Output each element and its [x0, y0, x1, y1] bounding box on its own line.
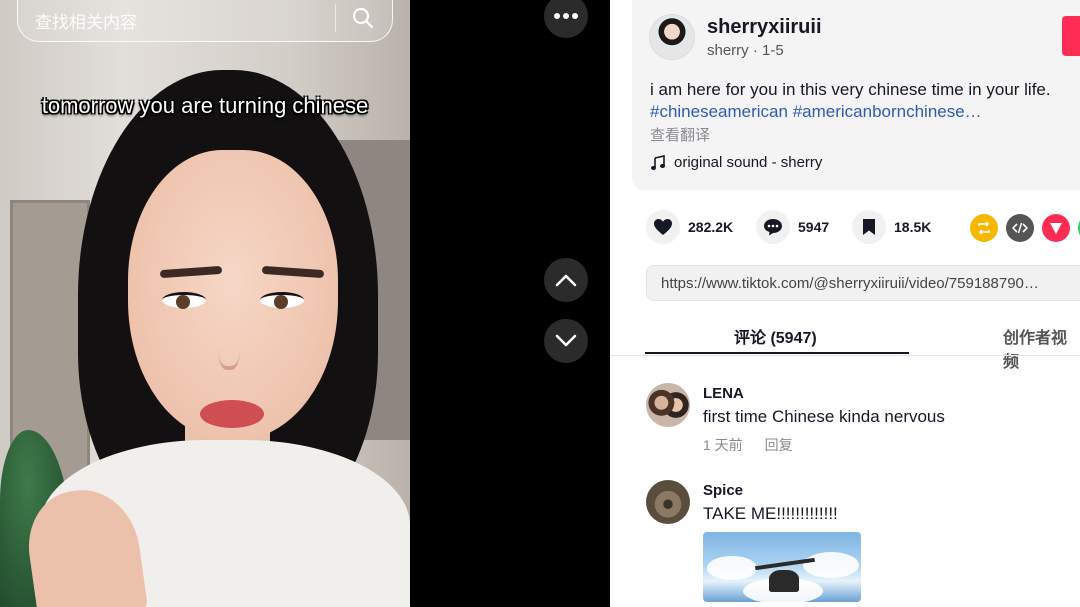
sound-link[interactable]: original sound - sherry: [650, 154, 822, 171]
video-person-face: [128, 150, 338, 440]
tabs-divider: [610, 355, 1080, 356]
comment-avatar[interactable]: [646, 383, 690, 427]
video-description: i am here for you in this very chinese t…: [650, 80, 1051, 99]
reply-button[interactable]: 回复: [765, 437, 793, 453]
translate-link[interactable]: 查看翻译: [650, 124, 710, 145]
chevron-up-icon: [555, 274, 577, 287]
like-count: 282.2K: [688, 219, 734, 235]
more-options-button[interactable]: [544, 0, 588, 38]
heart-icon[interactable]: [646, 210, 680, 244]
video-person-nose: [218, 320, 240, 370]
follow-button[interactable]: [1062, 16, 1080, 56]
like-button[interactable]: 282.2K: [646, 210, 733, 244]
embed-icon[interactable]: [1006, 214, 1034, 242]
author-username[interactable]: sherryxiiruii: [707, 16, 822, 39]
video-link-field[interactable]: https://www.tiktok.com/@sherryxiiruii/vi…: [646, 265, 1080, 301]
comment-text: first time Chinese kinda nervous: [703, 407, 945, 426]
send-icon[interactable]: [1042, 214, 1070, 242]
save-button[interactable]: 18.5K: [852, 210, 931, 244]
next-video-button[interactable]: [544, 319, 588, 363]
detail-panel: sherryxiiruii sherry · 1-5 i am here for…: [610, 0, 1080, 607]
music-note-icon: [651, 154, 665, 170]
search-divider: [335, 4, 336, 32]
tab-active-indicator: [645, 352, 909, 354]
comment-username[interactable]: Spice: [703, 482, 743, 499]
comment-item: Spice TAKE ME!!!!!!!!!!!!!: [646, 480, 1066, 607]
tab-comments[interactable]: 评论 (5947): [734, 324, 817, 348]
chevron-down-icon: [555, 334, 577, 347]
tab-creator-videos[interactable]: 创作者视频: [1003, 324, 1080, 372]
previous-video-button[interactable]: [544, 258, 588, 302]
comment-time: 1 天前: [703, 437, 743, 453]
comment-text: TAKE ME!!!!!!!!!!!!!: [703, 504, 838, 523]
video-player[interactable]: 查找相关内容 tomorrow you are turning chinese: [0, 0, 410, 607]
video-caption: tomorrow you are turning chinese: [41, 93, 369, 118]
save-count: 18.5K: [894, 219, 932, 235]
comment-meta: 1 天前 回复: [703, 435, 793, 455]
video-hashtags[interactable]: #chineseamerican #americanbornchinese…: [650, 102, 982, 122]
comment-item: LENA first time Chinese kinda nervous 1 …: [646, 383, 1066, 463]
video-person-eye-right: [260, 292, 304, 309]
author-subline: sherry · 1-5: [707, 42, 784, 59]
bookmark-icon[interactable]: [852, 210, 886, 244]
search-input[interactable]: 查找相关内容: [35, 8, 137, 33]
author-avatar[interactable]: [649, 14, 695, 60]
search-icon[interactable]: [351, 6, 375, 30]
comment-count: 5947: [798, 219, 830, 235]
repost-icon[interactable]: [970, 214, 998, 242]
comment-button[interactable]: 5947: [756, 210, 829, 244]
ellipsis-icon: [554, 13, 578, 19]
comment-avatar[interactable]: [646, 480, 690, 524]
video-person-lips: [200, 400, 264, 428]
video-person-eye-left: [162, 292, 206, 309]
sound-label: original sound - sherry: [674, 154, 823, 171]
video-info-card: sherryxiiruii sherry · 1-5 i am here for…: [632, 0, 1080, 190]
comment-username[interactable]: LENA: [703, 385, 744, 402]
search-bar[interactable]: 查找相关内容: [17, 0, 393, 42]
comment-icon[interactable]: [756, 210, 790, 244]
comment-image[interactable]: [703, 532, 861, 602]
